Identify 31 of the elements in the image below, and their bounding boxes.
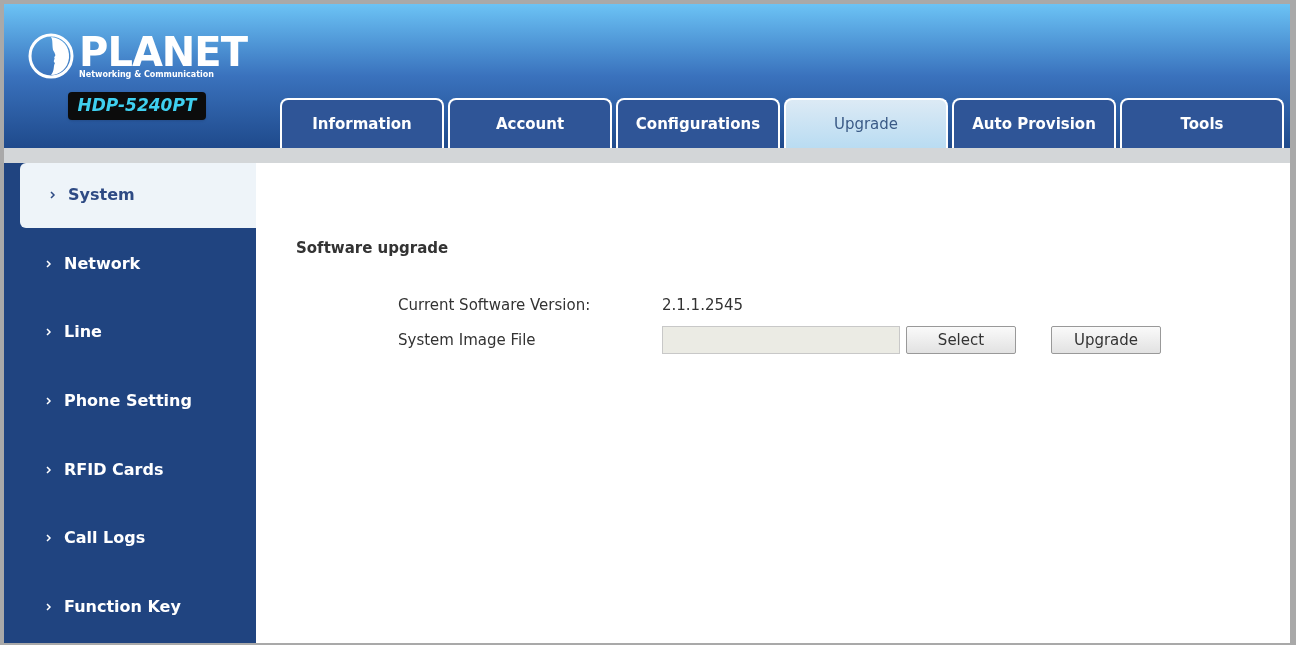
upgrade-button[interactable]: Upgrade (1051, 326, 1161, 354)
file-path-field[interactable] (662, 326, 900, 354)
field-label: Current Software Version: (398, 294, 592, 316)
sidebar-item[interactable]: Call Logs (20, 505, 256, 571)
sidebar-item[interactable]: Line (20, 300, 256, 365)
sidebar-item[interactable]: Network (20, 231, 256, 297)
chevron-icon (46, 465, 52, 474)
sidebar-item[interactable]: System (20, 163, 256, 228)
nav-tab[interactable]: Information (280, 98, 444, 148)
chevron-icon (50, 191, 56, 200)
chevron-icon (46, 328, 52, 337)
brand-name: PLANET (79, 33, 247, 71)
section-title: Software upgrade (296, 238, 450, 259)
nav-tab[interactable]: Upgrade (784, 98, 948, 148)
version-value: 2.1.1.2545 (662, 294, 744, 316)
nav-tab[interactable]: Account (448, 98, 612, 148)
brand-tagline: Networking & Communication (79, 71, 215, 79)
logo-icon (27, 32, 76, 80)
field-label: System Image File (398, 329, 537, 351)
sidebar-item[interactable]: RFID Cards (20, 437, 256, 502)
chevron-icon (46, 534, 52, 543)
nav-tab[interactable]: Tools (1120, 98, 1284, 148)
sidebar-item[interactable]: Phone Setting (20, 368, 256, 434)
nav-tab[interactable]: Auto Provision (952, 98, 1116, 148)
sidebar-item[interactable]: Function Key (20, 574, 256, 640)
model-badge: HDP-5240PT (67, 92, 207, 120)
nav-tab[interactable]: Configurations (616, 98, 780, 148)
chevron-icon (46, 397, 52, 405)
chevron-icon (46, 602, 52, 611)
chevron-icon (46, 259, 52, 268)
select-button[interactable]: Select (906, 326, 1016, 354)
